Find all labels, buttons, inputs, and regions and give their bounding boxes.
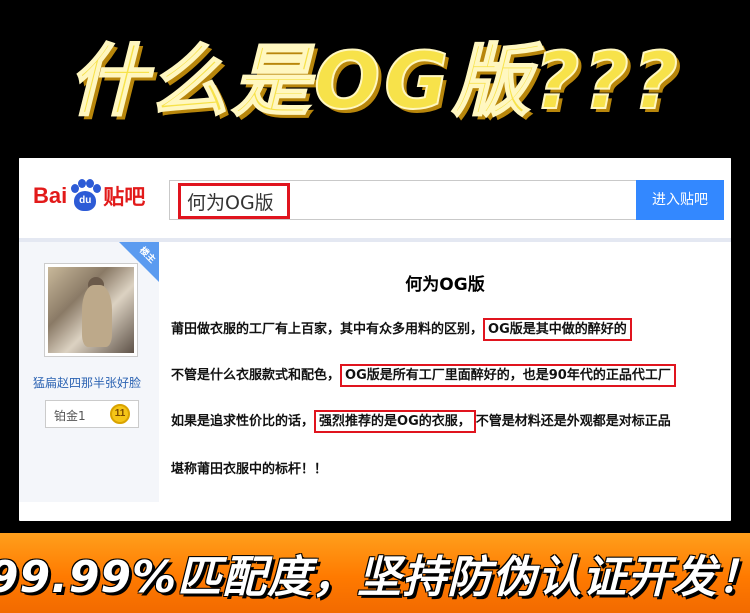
search-box xyxy=(169,180,637,220)
post-line-1: 莆田做衣服的工厂有上百家，其中有众多用料的区别， OG版是其中做的醉好的 xyxy=(171,318,632,341)
post-line-1-highlight: OG版是其中做的醉好的 xyxy=(483,318,632,341)
logo-bai-text: Bai xyxy=(33,183,68,208)
level-box[interactable]: 铂金1 11 xyxy=(45,400,139,428)
username-link[interactable]: 猛扁赵四那半张好脸 xyxy=(33,374,158,391)
enter-tieba-button[interactable]: 进入贴吧 xyxy=(636,180,724,220)
post-line-3: 如果是追求性价比的话， 强烈推荐的是OG的衣服， 不管是材料还是外观都是对标正品 xyxy=(171,410,671,433)
post-line-2-text: 不管是什么衣服款式和配色， xyxy=(171,368,341,383)
bottom-banner: 99.99%匹配度，坚持防伪认证开发！ xyxy=(0,533,750,613)
tieba-header: Bai du 贴吧 进入贴吧 xyxy=(19,158,731,238)
level-label: 铂金1 xyxy=(54,409,86,423)
search-input[interactable] xyxy=(178,183,290,219)
post-title: 何为OG版 xyxy=(405,275,485,295)
tieba-screenshot-frame: Bai du 贴吧 进入贴吧 猛扁赵四那半张好脸 铂金1 11 楼主 xyxy=(14,153,736,526)
op-corner-badge: 楼主 xyxy=(119,242,159,282)
post-line-3-text: 如果是追求性价比的话， xyxy=(171,414,315,429)
logo-du-text: du xyxy=(74,191,97,211)
post-line-3-highlight: 强烈推荐的是OG的衣服， xyxy=(314,410,476,433)
post-line-4-text: 堪称莆田衣服中的标杆！！ xyxy=(171,462,328,477)
post-line-2-highlight: OG版是所有工厂里面醉好的，也是90年代的正品代工厂 xyxy=(340,364,676,387)
post-line-3-tail: 不管是材料还是外观都是对标正品 xyxy=(475,414,671,429)
post-line-4: 堪称莆田衣服中的标杆！！ xyxy=(171,458,327,477)
level-badge-icon: 11 xyxy=(110,404,130,424)
paw-icon: du xyxy=(68,179,102,213)
logo-tieba-text: 贴吧 xyxy=(103,185,146,209)
banner-subtitle: 99.99%匹配度，坚持防伪认证开发！ xyxy=(0,552,750,603)
post-line-2: 不管是什么衣服款式和配色， OG版是所有工厂里面醉好的，也是90年代的正品代工厂 xyxy=(171,364,676,387)
top-banner: 什么是OG版??? xyxy=(0,0,750,150)
post-line-1-text: 莆田做衣服的工厂有上百家，其中有众多用料的区别， xyxy=(171,322,484,337)
baidu-tieba-logo[interactable]: Bai du 贴吧 xyxy=(33,176,145,216)
banner-title: 什么是OG版??? xyxy=(67,36,683,128)
